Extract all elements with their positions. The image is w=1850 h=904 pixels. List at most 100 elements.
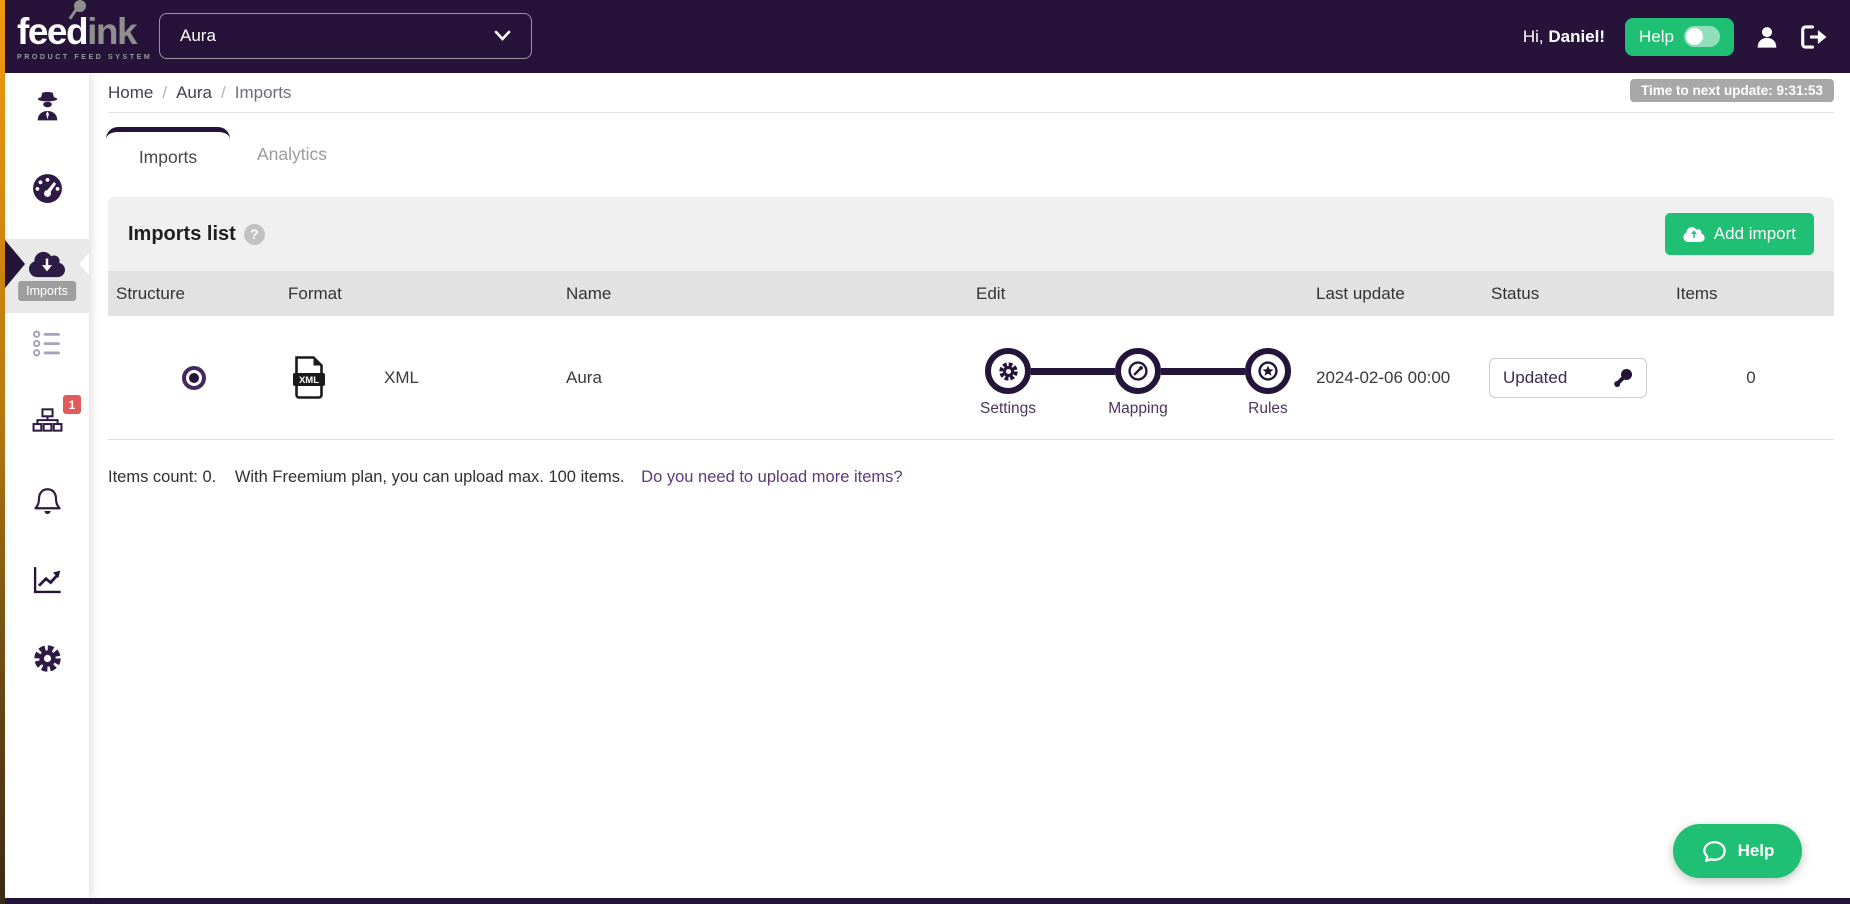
greeting-prefix: Hi,	[1522, 26, 1544, 46]
top-bar-right: Hi, Daniel! Help	[1523, 0, 1828, 73]
edit-step-settings[interactable]: Settings	[980, 348, 1036, 417]
sidebar: Imports 1	[5, 73, 89, 898]
sidebar-item-lists[interactable]	[5, 315, 89, 371]
help-question-icon[interactable]: ?	[243, 223, 265, 245]
chevron-down-icon	[494, 30, 511, 42]
status-dropdown-button[interactable]: Updated	[1489, 357, 1647, 398]
structure-cell	[108, 316, 280, 439]
help-toggle-label: Help	[1639, 26, 1674, 46]
xml-file-icon-label: XML	[299, 375, 319, 386]
node-link-icon	[1614, 368, 1632, 387]
logo: feedink PRODUCT FEED SYSTEM	[17, 0, 153, 61]
bell-icon	[33, 487, 61, 514]
app-window: feedink PRODUCT FEED SYSTEM Aura Hi, Dan…	[0, 0, 1850, 904]
status-value: Updated	[1503, 367, 1568, 387]
add-import-button[interactable]: Add import	[1664, 213, 1814, 255]
edit-step-label: Settings	[979, 400, 1037, 417]
column-header-status: Status	[1491, 283, 1540, 303]
format-cell: XML XML	[280, 316, 558, 439]
chart-line-icon	[33, 566, 61, 593]
cloud-upload-icon	[1683, 226, 1705, 242]
items-cell: 0	[1746, 367, 1756, 387]
edit-step-label: Mapping	[1108, 400, 1168, 417]
sign-out-icon	[1801, 24, 1827, 49]
bottom-bar	[0, 898, 1850, 904]
table-header: Structure Format Name Edit Last update S…	[108, 271, 1834, 316]
column-header-name: Name	[566, 283, 612, 303]
chat-bubble-icon	[1702, 840, 1726, 862]
plan-limit-text: With Freemium plan, you can upload max. …	[234, 468, 625, 486]
sidebar-imports-tooltip: Imports	[18, 281, 76, 301]
user-account-button[interactable]	[1754, 24, 1780, 50]
tabs: Imports Analytics	[106, 127, 354, 182]
star-circle-icon	[1258, 361, 1278, 381]
logo-text-ink: ink	[87, 10, 137, 52]
edit-step-label: Rules	[1248, 400, 1288, 417]
structure-notification-badge: 1	[63, 395, 81, 414]
logout-button[interactable]	[1800, 24, 1828, 50]
add-import-label: Add import	[1713, 224, 1796, 243]
items-count-text: Items count: 0.	[108, 468, 217, 486]
help-toggle-switch[interactable]	[1684, 26, 1720, 47]
help-launcher-label: Help	[1737, 841, 1775, 860]
sidebar-item-account[interactable]	[5, 78, 89, 134]
user-icon	[1757, 26, 1777, 48]
update-timer-badge: Time to next update: 9:31:53	[1629, 79, 1834, 102]
cloud-download-icon	[29, 251, 65, 277]
logo-text-feed: feed	[17, 10, 89, 52]
breadcrumb-project[interactable]: Aura	[176, 83, 212, 103]
items-count-note: Items count: 0. With Freemium plan, you …	[108, 468, 903, 487]
user-secret-icon	[37, 91, 57, 120]
sidebar-item-settings[interactable]	[5, 630, 89, 686]
xml-file-icon: XML	[293, 356, 325, 399]
step-connector	[1031, 368, 1115, 375]
breadcrumb-current: Imports	[234, 83, 292, 102]
column-header-last-update: Last update	[1316, 283, 1405, 303]
greeting-name: Daniel!	[1548, 26, 1606, 46]
list-icon	[32, 330, 60, 356]
sidebar-item-analytics[interactable]	[5, 551, 89, 607]
mapping-step-circle[interactable]	[1115, 348, 1161, 394]
settings-step-circle[interactable]	[985, 348, 1031, 394]
project-select[interactable]: Aura	[159, 13, 532, 59]
project-select-value: Aura	[180, 26, 216, 45]
gear-icon	[33, 644, 61, 672]
imports-panel: Imports list ? Add import Structure Form…	[108, 197, 1834, 440]
column-header-format: Format	[288, 283, 342, 303]
breadcrumb-home[interactable]: Home	[108, 83, 153, 103]
name-cell: Aura	[566, 367, 602, 387]
column-header-edit: Edit	[976, 283, 1006, 303]
help-toggle-knob	[1686, 28, 1703, 45]
upload-more-link[interactable]: Do you need to upload more items?	[641, 468, 902, 486]
help-launcher-button[interactable]: Help	[1673, 824, 1802, 878]
tab-analytics[interactable]: Analytics	[230, 127, 354, 182]
divider	[108, 112, 1834, 113]
last-update-cell: 2024-02-06 00:00	[1316, 367, 1451, 387]
sidebar-item-notifications[interactable]	[5, 472, 89, 528]
format-value: XML	[384, 367, 419, 387]
panel-title: Imports list	[128, 222, 236, 245]
dashboard-icon	[32, 173, 62, 203]
tab-imports[interactable]: Imports	[106, 127, 230, 182]
panel-header: Imports list ? Add import	[108, 197, 1834, 271]
structure-radio-dot	[189, 372, 199, 383]
breadcrumb: Home / Aura / Imports	[108, 83, 291, 103]
rules-step-circle[interactable]	[1245, 348, 1291, 394]
main-content: Home / Aura / Imports Time to next updat…	[89, 73, 1850, 898]
help-toggle-button[interactable]: Help	[1625, 17, 1734, 56]
sitemap-icon	[32, 407, 62, 432]
breadcrumb-separator: /	[162, 83, 168, 102]
greeting: Hi, Daniel!	[1523, 27, 1605, 47]
breadcrumb-separator: /	[221, 83, 226, 102]
edit-cell: Settings Mapping Rules	[968, 316, 1308, 439]
gear-icon	[998, 361, 1018, 381]
structure-radio[interactable]	[182, 365, 206, 390]
logo-tagline: PRODUCT FEED SYSTEM	[17, 53, 153, 61]
table-row: XML XML Aura Settings Mapping Rules 2024…	[108, 316, 1834, 440]
edit-step-rules[interactable]: Rules	[1245, 348, 1291, 417]
edit-step-mapping[interactable]: Mapping	[1108, 348, 1168, 417]
sidebar-item-dashboard[interactable]	[5, 160, 89, 216]
step-connector	[1161, 368, 1245, 375]
left-accent-strip	[0, 0, 5, 904]
top-bar: feedink PRODUCT FEED SYSTEM Aura Hi, Dan…	[0, 0, 1850, 73]
